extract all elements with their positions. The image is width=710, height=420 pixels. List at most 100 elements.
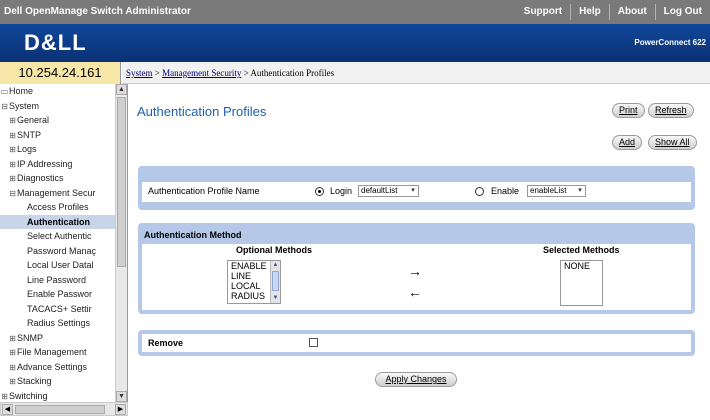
- nav-item-13[interactable]: Line Password: [0, 273, 116, 287]
- enable-radio[interactable]: [475, 187, 484, 196]
- nav-item-label: Authentication: [27, 216, 90, 227]
- remove-label: Remove: [148, 338, 184, 348]
- login-label: Login: [330, 186, 353, 196]
- nav-item-14[interactable]: Enable Passwor: [0, 287, 116, 301]
- remove-checkbox[interactable]: [309, 338, 318, 347]
- method-body: Optional Methods Selected Methods ENABLE…: [142, 244, 691, 310]
- nav-item-6[interactable]: ⊞Diagnostics: [0, 171, 116, 185]
- expand-icon[interactable]: ⊞: [0, 390, 9, 403]
- nav-item-1[interactable]: ⊟System: [0, 99, 116, 113]
- nav-item-label: Password Manaç: [27, 245, 97, 256]
- nav-item-12[interactable]: Local User Datal: [0, 258, 116, 272]
- support-link[interactable]: Support: [516, 4, 570, 20]
- top-nav: Support Help About Log Out: [516, 4, 710, 20]
- dell-logo: D&LL: [24, 30, 87, 55]
- nav-item-20[interactable]: ⊞Stacking: [0, 374, 116, 388]
- expand-icon[interactable]: ⊞: [8, 158, 17, 171]
- nav-item-label: Logs: [17, 144, 37, 154]
- optional-methods-header: Optional Methods: [236, 245, 312, 255]
- nav-item-label: TACACS+ Settir: [27, 303, 92, 314]
- scroll-right-icon[interactable]: ▶: [115, 404, 126, 415]
- nav-item-4[interactable]: ⊞Logs: [0, 142, 116, 156]
- nav-item-9[interactable]: Authentication: [0, 214, 116, 229]
- profile-row: Authentication Profile Name Login defaul…: [142, 182, 691, 202]
- login-list-select[interactable]: defaultList ▾: [358, 185, 419, 197]
- home-icon: ▭: [0, 87, 9, 96]
- expand-icon[interactable]: ⊞: [8, 332, 17, 345]
- expand-icon[interactable]: ⊞: [8, 129, 17, 142]
- nav-item-18[interactable]: ⊞File Management: [0, 345, 116, 359]
- scroll-thumb[interactable]: [117, 97, 126, 267]
- expand-icon[interactable]: ⊞: [8, 361, 17, 374]
- hscroll-thumb[interactable]: [15, 405, 105, 414]
- nav-item-label: Select Authentic: [27, 231, 92, 241]
- nav-item-0[interactable]: ▭Home: [0, 84, 116, 98]
- expand-icon[interactable]: ⊞: [8, 143, 17, 156]
- collapse-icon[interactable]: ⊟: [0, 100, 9, 113]
- nav-item-label: IP Addressing: [17, 158, 73, 169]
- nav-item-19[interactable]: ⊞Advance Settings: [0, 360, 116, 374]
- nav-item-10[interactable]: Select Authentic: [0, 229, 116, 243]
- nav-item-11[interactable]: Password Manaç: [0, 244, 116, 258]
- scroll-up-icon[interactable]: ▲: [271, 261, 280, 270]
- chevron-down-icon: ▾: [578, 187, 582, 194]
- nav-item-7[interactable]: ⊟Management Secur: [0, 186, 116, 200]
- nav-item-label: Home: [9, 86, 34, 96]
- breadcrumb-management-security[interactable]: Management Security: [162, 68, 241, 78]
- scroll-up-icon[interactable]: ▲: [116, 84, 127, 95]
- refresh-button[interactable]: Refresh: [648, 103, 694, 118]
- nav-item-16[interactable]: Radius Settings: [0, 316, 116, 330]
- optional-methods-list[interactable]: ENABLE LINE LOCAL RADIUS ▲ ▼: [227, 260, 281, 304]
- expand-icon[interactable]: ⊞: [8, 172, 17, 185]
- login-radio[interactable]: [315, 187, 324, 196]
- logout-link[interactable]: Log Out: [654, 4, 710, 20]
- nav-item-17[interactable]: ⊞SNMP: [0, 331, 116, 345]
- selected-methods-list[interactable]: NONE: [560, 260, 603, 306]
- page-title: Authentication Profiles: [137, 104, 267, 119]
- remove-method-arrow-icon[interactable]: ←: [404, 285, 426, 299]
- nav-tree: ▭Home ⊟System ⊞General ⊞SNTP ⊞Logs ⊞IP Addres…: [0, 84, 128, 402]
- method-option[interactable]: NONE: [561, 261, 602, 271]
- method-heading: Authentication Method: [144, 230, 242, 240]
- nav-item-label: Diagnostics: [17, 173, 64, 183]
- about-link[interactable]: About: [608, 4, 655, 20]
- remove-row: Remove: [142, 334, 691, 352]
- nav-item-label: System: [9, 100, 40, 111]
- nav-item-3[interactable]: ⊞SNTP: [0, 128, 116, 142]
- switch-ip-address: 10.254.24.161: [0, 62, 121, 84]
- expand-icon[interactable]: ⊞: [8, 346, 17, 359]
- nav-item-label: Enable Passwor: [27, 289, 93, 299]
- breadcrumb-current: Authentication Profiles: [250, 68, 335, 78]
- nav-item-label: Switching: [9, 390, 48, 401]
- product-name: PowerConnect 622: [634, 38, 706, 47]
- scroll-down-icon[interactable]: ▼: [271, 294, 280, 303]
- selected-methods-header: Selected Methods: [543, 245, 620, 255]
- nav-item-label: Local User Datal: [27, 260, 94, 270]
- apply-changes-button[interactable]: Apply Changes: [375, 372, 457, 387]
- breadcrumb-system[interactable]: System: [126, 68, 153, 78]
- nav-item-label: General: [17, 115, 50, 125]
- nav-item-15[interactable]: TACACS+ Settir: [0, 302, 116, 316]
- nav-item-2[interactable]: ⊞General: [0, 113, 116, 127]
- nav-item-21[interactable]: ⊞Switching: [0, 389, 116, 403]
- expand-icon[interactable]: ⊞: [8, 114, 17, 127]
- nav-tree-vertical-scrollbar[interactable]: ▲ ▼: [115, 84, 127, 402]
- authentication-method-panel: Authentication Method Optional Methods S…: [138, 223, 695, 314]
- scroll-down-icon[interactable]: ▼: [116, 391, 127, 402]
- collapse-icon[interactable]: ⊟: [8, 187, 17, 200]
- nav-item-5[interactable]: ⊞IP Addressing: [0, 157, 116, 171]
- print-button[interactable]: Print: [612, 103, 645, 118]
- help-link[interactable]: Help: [570, 4, 609, 20]
- optional-list-thumb[interactable]: [272, 271, 279, 291]
- add-method-arrow-icon[interactable]: →: [404, 264, 426, 278]
- optional-list-scrollbar[interactable]: ▲ ▼: [270, 261, 280, 303]
- nav-tree-horizontal-scrollbar[interactable]: ◀ ▶: [0, 402, 128, 416]
- add-button[interactable]: Add: [612, 135, 643, 150]
- nav-item-8[interactable]: Access Profiles: [0, 200, 116, 214]
- expand-icon[interactable]: ⊞: [8, 375, 17, 388]
- nav-item-label: SNTP: [17, 129, 42, 140]
- nav-item-label: Access Profiles: [27, 202, 89, 212]
- show-all-button[interactable]: Show All: [648, 135, 697, 150]
- enable-list-select[interactable]: enableList ▾: [527, 185, 586, 197]
- scroll-left-icon[interactable]: ◀: [2, 404, 13, 415]
